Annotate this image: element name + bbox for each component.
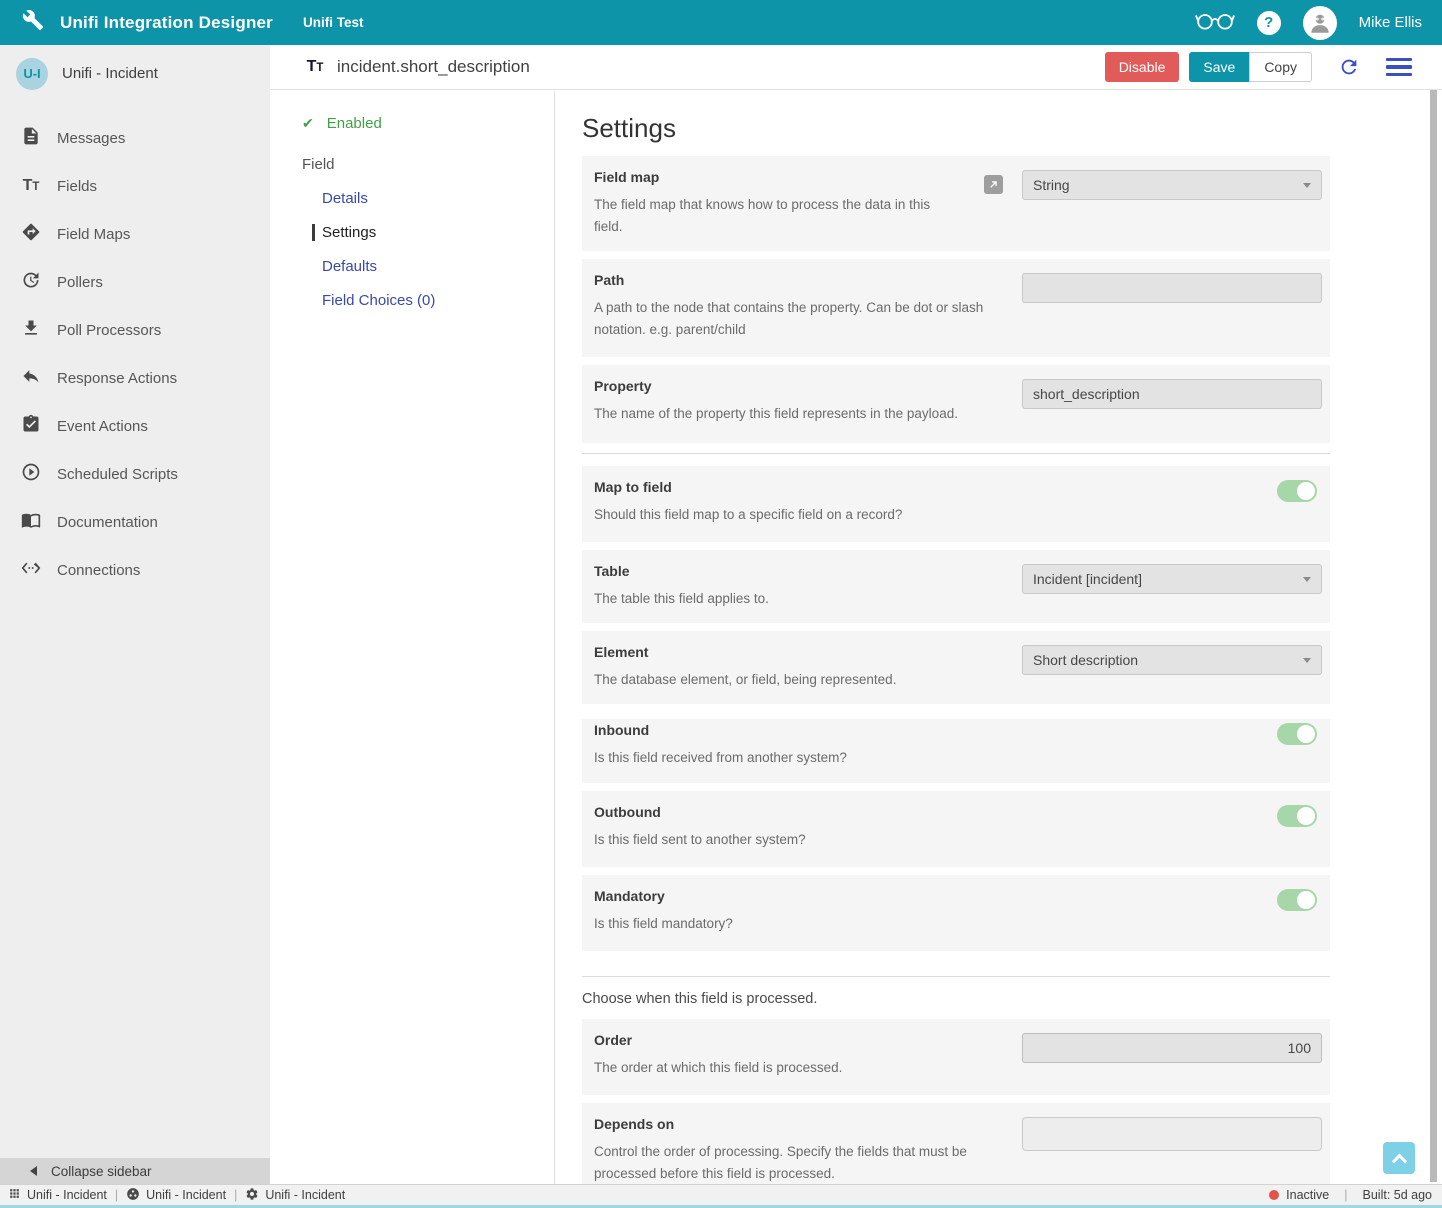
setting-row-path: Path A path to the node that contains th… [582,259,1330,357]
mandatory-toggle[interactable] [1277,889,1317,911]
depends-on-input[interactable] [1022,1117,1322,1151]
setting-row-mandatory: Mandatory Is this field mandatory? [582,875,1330,951]
chevron-left-icon [30,1166,37,1176]
subnav-item-settings[interactable]: Settings [312,224,554,241]
update-clock-icon [21,270,41,294]
chevron-up-icon [1391,1153,1407,1169]
status-label: Inactive [1286,1188,1329,1202]
environment-name[interactable]: Unifi Test [303,15,364,30]
page-header: TT incident.short_description Disable Sa… [270,45,1442,90]
setting-row-outbound: Outbound Is this field sent to another s… [582,791,1330,867]
setting-row-map-to-field: Map to field Should this field map to a … [582,466,1330,542]
sidebar-item-documentation[interactable]: Documentation [0,498,270,546]
outbound-toggle[interactable] [1277,805,1317,827]
scroll-to-top-button[interactable] [1383,1142,1415,1174]
statusbar-app-settings[interactable]: Unifi - Incident [245,1187,345,1204]
chevron-down-icon [1303,658,1311,663]
sidebar-item-event-actions[interactable]: Event Actions [0,402,270,450]
chevron-down-icon [1303,183,1311,188]
document-icon [21,126,41,150]
collapse-sidebar-button[interactable]: Collapse sidebar [0,1158,270,1184]
form-title: Settings [582,113,1330,144]
integration-header[interactable]: U-I Unifi - Incident [0,45,270,100]
sidebar-item-pollers[interactable]: Pollers [0,258,270,306]
field-type-icon: TT [305,58,325,76]
open-book-icon [21,510,41,534]
sidebar: U-I Unifi - Incident Messages TT Fields … [0,45,270,1184]
app-title: Unifi Integration Designer [60,13,273,33]
settings-form: Settings Field map The field map that kn… [582,91,1330,1184]
setting-row-table: Table The table this field applies to. I… [582,550,1330,623]
status-bar: Unifi - Incident | Unifi - Incident | Un… [0,1184,1442,1208]
directions-diamond-icon [21,222,41,246]
setting-row-element: Element The database element, or field, … [582,631,1330,704]
setting-row-order: Order The order at which this field is p… [582,1019,1330,1095]
sidebar-nav: Messages TT Fields Field Maps Pollers Po… [0,100,270,594]
unifi-integration-designer-window: Unifi Integration Designer Unifi Test ? … [0,0,1442,1208]
glasses-icon[interactable] [1195,9,1235,36]
sidebar-item-poll-processors[interactable]: Poll Processors [0,306,270,354]
section-divider [582,453,1330,454]
integration-avatar: U-I [16,58,48,90]
status-dot-icon [1269,1190,1279,1200]
map-to-field-toggle[interactable] [1277,480,1317,502]
subnav-item-field-choices[interactable]: Field Choices (0) [312,292,554,309]
path-input[interactable] [1022,273,1322,303]
main-area: TT incident.short_description Disable Sa… [270,45,1442,1184]
subnav-item-defaults[interactable]: Defaults [312,258,554,275]
setting-row-field-map: Field map The field map that knows how t… [582,156,1330,251]
sidebar-item-fields[interactable]: TT Fields [0,162,270,210]
sidebar-item-messages[interactable]: Messages [0,114,270,162]
sidebar-item-scheduled-scripts[interactable]: Scheduled Scripts [0,450,270,498]
reply-arrow-icon [21,366,41,390]
setting-row-inbound: Inbound Is this field received from anot… [582,719,1330,783]
statusbar-app-grid[interactable]: Unifi - Incident [8,1187,107,1203]
vertical-scrollbar-thumb[interactable] [1430,90,1437,1182]
page-title: incident.short_description [337,57,530,77]
section-divider [582,976,1330,977]
record-subnav: ✔ Enabled Field Details Settings Default… [270,91,555,1184]
subnav-section-field: Field [302,156,554,173]
field-map-select[interactable]: String [1022,170,1322,200]
process-note: Choose when this field is processed. [582,991,1330,1007]
help-icon[interactable]: ? [1257,11,1281,35]
order-input[interactable] [1022,1033,1322,1063]
property-input[interactable] [1022,379,1322,409]
statusbar-app-integration[interactable]: Unifi - Incident [126,1187,226,1204]
built-label: Built: 5d ago [1363,1188,1433,1202]
top-bar: Unifi Integration Designer Unifi Test ? … [0,0,1442,45]
sidebar-item-field-maps[interactable]: Field Maps [0,210,270,258]
table-select[interactable]: Incident [incident] [1022,564,1322,594]
save-button[interactable]: Save [1189,52,1249,82]
sidebar-item-connections[interactable]: Connections [0,546,270,594]
setting-row-property: Property The name of the property this f… [582,365,1330,443]
sidebar-item-response-actions[interactable]: Response Actions [0,354,270,402]
check-icon: ✔ [302,115,314,132]
grid-icon [8,1187,21,1203]
subnav-item-details[interactable]: Details [312,190,554,207]
setting-row-depends-on: Depends on Control the order of processi… [582,1103,1330,1184]
play-circle-icon [21,462,41,486]
menu-button[interactable] [1386,58,1412,77]
gear-icon [245,1187,259,1204]
inbound-toggle[interactable] [1277,723,1317,745]
user-name[interactable]: Mike Ellis [1359,14,1422,31]
ethernet-brackets-icon [21,558,41,582]
user-avatar[interactable] [1303,6,1337,40]
download-icon [21,318,41,342]
element-select[interactable]: Short description [1022,645,1322,675]
text-fields-icon: TT [21,177,41,195]
disable-button[interactable]: Disable [1105,52,1180,82]
wrench-icon [22,9,44,36]
content-area: ✔ Enabled Field Details Settings Default… [270,91,1442,1184]
integration-name: Unifi - Incident [62,65,158,82]
chevron-down-icon [1303,577,1311,582]
hamburger-icon [1386,58,1412,77]
clipboard-check-icon [21,414,41,438]
refresh-button[interactable] [1338,56,1360,78]
copy-button[interactable]: Copy [1249,52,1312,82]
open-record-icon[interactable] [984,175,1003,194]
enabled-status: ✔ Enabled [302,115,554,132]
integration-circle-icon [126,1187,140,1204]
